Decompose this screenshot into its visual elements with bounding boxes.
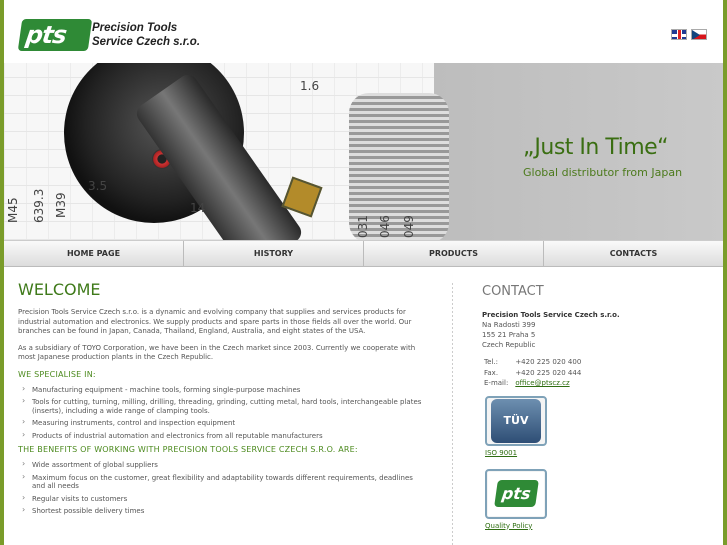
tel-row: Tel.: +420 225 020 400 — [482, 357, 586, 368]
main-nav: HOME PAGE HISTORY PRODUCTS CONTACTS — [4, 240, 723, 267]
banner-slogan: „Just In Time“ — [523, 135, 669, 160]
iso-9001-link[interactable]: ISO 9001 — [485, 449, 702, 457]
specialise-list: Manufacturing equipment - machine tools,… — [20, 385, 428, 441]
pts-logo[interactable]: pts — [17, 19, 93, 51]
nav-history[interactable]: HISTORY — [184, 241, 364, 266]
contact-street: Na Radosti 399 — [482, 321, 536, 329]
list-item: Products of industrial automation and el… — [20, 431, 428, 441]
email-row: E-mail: office@ptscz.cz — [482, 378, 586, 389]
tuv-icon: TÜV — [491, 398, 541, 443]
list-item: Manufacturing equipment - machine tools,… — [20, 385, 428, 395]
drawing-dimension: 031 — [356, 215, 370, 238]
column-divider — [452, 283, 453, 545]
tel-value: +420 225 020 400 — [515, 358, 582, 366]
list-item: Wide assortment of global suppliers — [20, 460, 428, 470]
tel-label: Tel.: — [484, 358, 498, 366]
company-line-1: Precision Tools — [92, 22, 178, 34]
contact-country: Czech Republic — [482, 341, 536, 349]
fax-label: Fax. — [484, 368, 499, 377]
contact-company: Precision Tools Service Czech s.r.o. — [482, 311, 620, 319]
main-content: WELCOME Precision Tools Service Czech s.… — [18, 280, 428, 520]
drawing-dimension: 1.6 — [300, 79, 320, 93]
benefits-list: Wide assortment of global suppliers Maxi… — [20, 460, 428, 516]
drawing-dimension: 046 — [378, 215, 392, 238]
contact-city: 155 21 Praha 5 — [482, 331, 536, 339]
header: pts Precision Tools Service Czech s.r.o. — [4, 0, 723, 63]
drawing-dimension: M45 — [6, 197, 20, 223]
specialise-heading: WE SPECIALISE IN: — [18, 369, 96, 379]
quality-policy-link[interactable]: Quality Policy — [485, 522, 702, 530]
benefits-heading: THE BENEFITS OF WORKING WITH PRECISION T… — [18, 445, 358, 454]
address-block: Precision Tools Service Czech s.r.o. Na … — [482, 310, 702, 350]
czech-flag-icon[interactable] — [691, 29, 707, 40]
email-link[interactable]: office@ptscz.cz — [515, 379, 569, 387]
drawing-dimension: 639.3 — [32, 188, 46, 223]
logo-text: pts — [24, 21, 68, 49]
company-line-2: Service Czech s.r.o. — [92, 36, 201, 48]
fax-value: +420 225 020 444 — [515, 368, 582, 377]
pts-logo-icon: pts — [493, 480, 539, 507]
company-name: Precision Tools Service Czech s.r.o. — [92, 21, 200, 49]
language-switcher — [671, 29, 707, 40]
list-item: Regular visits to customers — [20, 494, 428, 504]
banner-subtitle: Global distributor from Japan — [523, 166, 683, 179]
page-title: WELCOME — [18, 280, 101, 299]
contact-details: Tel.: +420 225 020 400 Fax. +420 225 020 4… — [482, 357, 586, 389]
contact-sidebar: CONTACT Precision Tools Service Czech s.… — [482, 284, 702, 542]
email-label: E-mail: — [484, 379, 509, 387]
contact-title: CONTACT — [482, 284, 544, 299]
quality-policy-badge[interactable]: pts — [485, 468, 547, 519]
iso-certificate-badge[interactable]: TÜV — [485, 395, 547, 446]
list-item: Measuring instruments, control and inspe… — [20, 418, 428, 428]
drawing-dimension: M39 — [54, 192, 68, 218]
drawing-dimension: 049 — [402, 215, 416, 238]
list-item: Shortest possible delivery times — [20, 506, 428, 516]
fax-row: Fax. +420 225 020 444 — [482, 368, 586, 379]
nav-home[interactable]: HOME PAGE — [4, 241, 184, 266]
nav-contacts[interactable]: CONTACTS — [544, 241, 723, 266]
hero-banner: 1.6 3.5 14 M39 639.3 M45 031 046 049 „Ju… — [4, 63, 723, 240]
page-frame: pts Precision Tools Service Czech s.r.o.… — [0, 0, 727, 545]
list-item: Tools for cutting, turning, milling, dri… — [20, 397, 428, 415]
intro-paragraph: Precision Tools Service Czech s.r.o. is … — [18, 308, 412, 335]
drawing-dimension: 14 — [190, 201, 206, 215]
nav-products[interactable]: PRODUCTS — [364, 241, 544, 266]
subsidiary-paragraph: As a subsidiary of TOYO Corporation, we … — [18, 343, 416, 362]
english-flag-icon[interactable] — [671, 29, 687, 40]
list-item: Maximum focus on the customer, great fle… — [20, 473, 428, 491]
drawing-dimension: 3.5 — [88, 179, 108, 193]
